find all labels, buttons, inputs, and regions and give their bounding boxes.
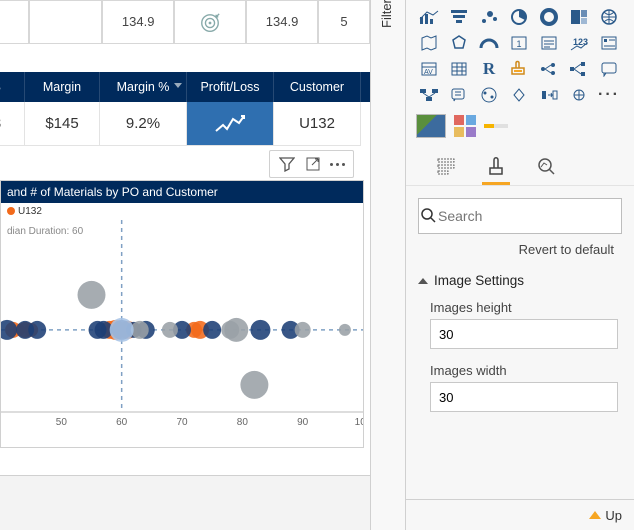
viz-gauge-icon[interactable] [476, 32, 502, 54]
matrix-cell-kpi [174, 0, 246, 44]
format-tab[interactable] [482, 150, 510, 185]
svg-text:AV: AV [424, 69, 433, 76]
analytics-tab[interactable] [532, 150, 560, 185]
matrix-cell: 134.9 [102, 0, 174, 44]
filter-icon[interactable] [278, 155, 296, 173]
x-tick-label: 70 [176, 417, 187, 428]
x-tick-label: 60 [116, 417, 127, 428]
images-width-input[interactable] [430, 382, 618, 412]
x-tick-label: 50 [56, 417, 67, 428]
viz-table-icon[interactable]: AV [416, 58, 442, 80]
up-arrow-icon[interactable] [589, 511, 601, 519]
sparkline-icon [213, 111, 247, 137]
search-input[interactable] [436, 200, 621, 232]
legend-label: U132 [18, 206, 42, 217]
viz-decomposition-icon[interactable] [566, 58, 592, 80]
scatter-chart-visual[interactable]: and # of Materials by PO and Customer U1… [0, 180, 364, 448]
viz-get-more-icon[interactable]: ··· [596, 84, 622, 106]
table-cell: 9.2% [100, 102, 187, 146]
viz-pie-icon[interactable] [506, 6, 532, 28]
table-header-label: Margin % [117, 80, 170, 94]
viz-automate-icon[interactable] [536, 84, 562, 106]
revert-to-default-link[interactable]: Revert to default [406, 242, 634, 269]
viz-powerapps-icon[interactable] [506, 84, 532, 106]
visualizations-pane: 1 123 AV R ··· [406, 0, 634, 530]
visualizations-gallery: 1 123 AV R ··· [406, 0, 634, 108]
footer-bar: Up [406, 499, 634, 530]
matrix-visual-top[interactable]: 134.9 134.9 5 [0, 0, 370, 44]
field-label-width: Images width [406, 359, 634, 382]
legend-swatch [7, 207, 15, 215]
viz-donut-icon[interactable] [536, 6, 562, 28]
x-tick-label: 90 [297, 417, 308, 428]
viz-slicer-icon[interactable] [596, 32, 622, 54]
table-header[interactable]: $ [0, 72, 25, 102]
viz-key-influencers-icon[interactable] [536, 58, 562, 80]
x-tick-label: 80 [237, 417, 248, 428]
search-icon [419, 207, 436, 226]
table-cell: 3 [0, 102, 25, 146]
table-row[interactable]: 3 $145 9.2% U132 [0, 102, 370, 146]
viz-treemap-icon[interactable] [566, 6, 592, 28]
focus-mode-icon[interactable] [304, 155, 322, 173]
sort-desc-icon [174, 83, 182, 88]
table-visual[interactable]: $ Margin Margin % Profit/Loss Customer 3… [0, 72, 370, 146]
viz-multi-card-icon[interactable] [536, 32, 562, 54]
x-tick-label: 100 [355, 417, 363, 428]
footer-label: Up [605, 508, 622, 523]
table-cell-sparkline [187, 102, 274, 146]
custom-visual-bar[interactable] [484, 124, 508, 128]
format-search[interactable] [418, 198, 622, 234]
matrix-cell: 5 [318, 0, 370, 44]
fields-tab[interactable] [432, 150, 460, 185]
images-height-input[interactable] [430, 319, 618, 349]
custom-visual-thumb[interactable] [416, 114, 446, 138]
chart-title: and # of Materials by PO and Customer [1, 181, 363, 203]
custom-visuals-row [406, 108, 634, 146]
viz-filled-map-icon[interactable] [416, 32, 442, 54]
viz-scatter-icon[interactable] [476, 6, 502, 28]
table-header[interactable]: Margin [25, 72, 100, 102]
filters-label: Filters [379, 0, 394, 28]
filters-pane-collapsed[interactable]: Filters [370, 0, 406, 530]
svg-text:123: 123 [573, 37, 588, 47]
visual-toolbar [269, 150, 354, 178]
matrix-cell [0, 0, 29, 44]
section-title: Image Settings [434, 273, 524, 288]
target-icon [199, 12, 221, 34]
viz-matrix-icon[interactable] [446, 58, 472, 80]
section-image-settings[interactable]: Image Settings [406, 269, 634, 296]
table-header[interactable]: Customer [274, 72, 361, 102]
viz-py-visual-icon[interactable] [506, 58, 532, 80]
viz-r-visual-icon[interactable]: R [476, 58, 502, 80]
viz-kpi-icon[interactable]: 123 [566, 32, 592, 54]
more-options-icon[interactable] [330, 155, 345, 173]
viz-funnel-icon[interactable] [446, 6, 472, 28]
svg-text:1: 1 [516, 39, 521, 49]
report-canvas[interactable]: 134.9 134.9 5 $ Margin Margin % [0, 0, 370, 530]
format-tabs [406, 146, 634, 186]
custom-visual-swatch[interactable] [454, 115, 476, 137]
matrix-cell: 134.9 [246, 0, 318, 44]
table-cell: U132 [274, 102, 361, 146]
viz-custom1-icon[interactable] [566, 84, 592, 106]
viz-paginated-icon[interactable] [446, 84, 472, 106]
chart-plot-area[interactable]: dian Duration: 60 5060708090100 [1, 220, 363, 430]
matrix-cell [29, 0, 103, 44]
viz-narrative-icon[interactable] [416, 84, 442, 106]
table-header[interactable]: Profit/Loss [187, 72, 274, 102]
viz-combo-chart-icon[interactable] [416, 6, 442, 28]
viz-map-icon[interactable] [596, 6, 622, 28]
viz-card-icon[interactable]: 1 [506, 32, 532, 54]
viz-shape-map-icon[interactable] [446, 32, 472, 54]
chevron-up-icon [418, 278, 428, 284]
viz-qna-icon[interactable] [596, 58, 622, 80]
viz-arcgis-icon[interactable] [476, 84, 502, 106]
table-header[interactable]: Margin % [100, 72, 187, 102]
table-cell: $145 [25, 102, 100, 146]
chart-legend[interactable]: U132 [1, 203, 363, 220]
field-label-height: Images height [406, 296, 634, 319]
